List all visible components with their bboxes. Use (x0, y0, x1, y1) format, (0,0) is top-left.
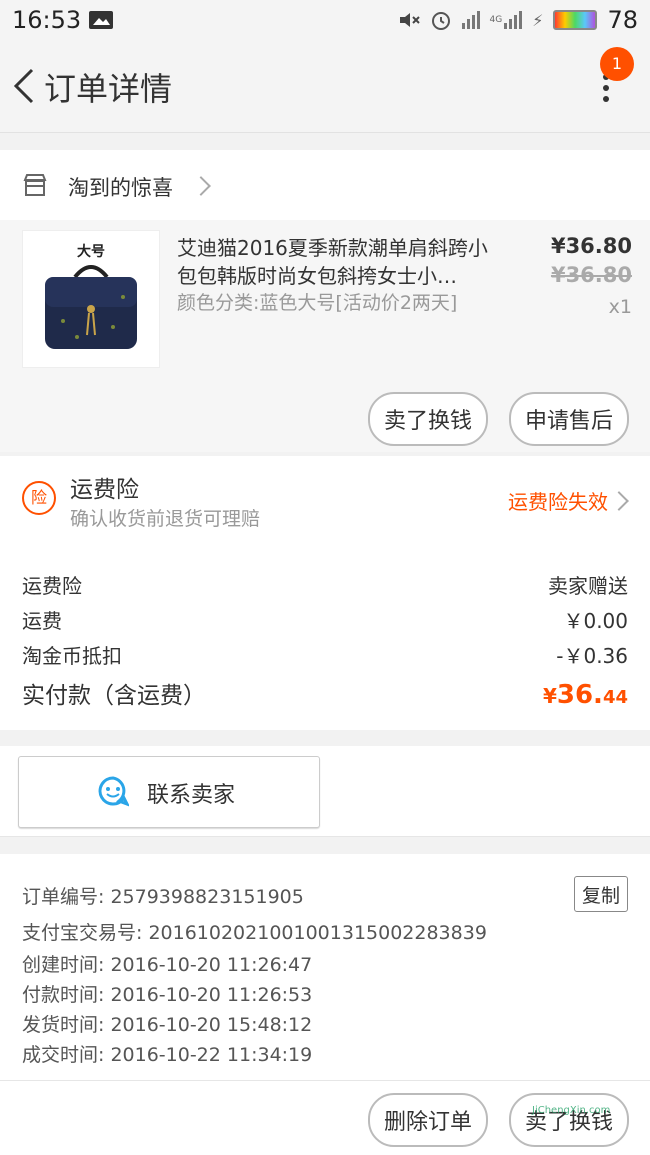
order-info: 订单编号: 2579398823151905 复制 支付宝交易号: 201610… (0, 854, 650, 1081)
created-time: 创建时间: 2016-10-20 11:26:47 (22, 954, 313, 976)
insurance-subtitle: 确认收货前退货可理赔 (70, 508, 261, 530)
contact-seller-label: 联系卖家 (147, 783, 236, 808)
product-title[interactable]: 艾迪猫2016夏季新款潮单肩斜跨小包包韩版时尚女包斜挎女士小… (177, 234, 507, 290)
chevron-right-icon (609, 491, 629, 511)
product-quantity: x1 (608, 296, 632, 318)
contact-section: 联系卖家 (0, 746, 650, 837)
watermark: JiChengXin.com (532, 1105, 611, 1116)
total-amount: ¥36.44 (543, 680, 628, 710)
fee-summary: 运费险 卖家赠送 运费 ￥0.00 淘金币抵扣 -￥0.36 实付款（含运费） … (0, 538, 650, 730)
fee-value: 卖家赠送 (548, 574, 628, 598)
battery-icon (553, 10, 598, 30)
handbag-image (45, 265, 137, 349)
fee-value: ￥0.00 (563, 609, 628, 633)
total-label: 实付款（含运费） (22, 683, 206, 709)
fee-label: 淘金币抵扣 (22, 644, 122, 668)
notification-badge: 1 (600, 47, 634, 81)
product-thumbnail[interactable]: 大号 (22, 230, 160, 368)
shop-name: 淘到的惊喜 (68, 176, 173, 200)
order-item[interactable]: 大号 艾迪猫2016夏季新款潮单肩斜跨小包包韩版时尚女包斜挎女士小… 颜色分类:… (0, 220, 650, 452)
chat-smile-icon (98, 776, 129, 807)
shipped-time: 发货时间: 2016-10-20 15:48:12 (22, 1014, 313, 1036)
insurance-status: 运费险失效 (508, 490, 608, 514)
fee-row: 运费险 卖家赠送 (22, 570, 628, 599)
total-currency: ¥ (542, 684, 557, 708)
battery-level: 78 (607, 6, 638, 34)
order-number: 订单编号: 2579398823151905 (22, 886, 304, 908)
product-original-price: ¥36.80 (550, 263, 632, 287)
nav-bar: 订单详情 (0, 40, 650, 133)
fee-row: 淘金币抵扣 -￥0.36 (22, 640, 628, 669)
bottom-action-bar: 删除订单 卖了换钱 (0, 1081, 650, 1155)
image-message-icon (89, 11, 113, 29)
after-sale-button[interactable]: 申请售后 (509, 392, 629, 446)
shop-icon (23, 174, 47, 196)
contact-seller-button[interactable]: 联系卖家 (18, 756, 320, 828)
insurance-icon: 险 (22, 481, 56, 515)
status-icons: 4G ⚡ 78 (398, 6, 638, 34)
network-label: 4G (489, 15, 503, 25)
insurance-title: 运费险 (70, 477, 139, 503)
page-title: 订单详情 (44, 70, 173, 108)
resell-button[interactable]: 卖了换钱 (509, 1093, 629, 1147)
fee-label: 运费险 (22, 574, 82, 598)
back-icon[interactable] (8, 64, 48, 108)
total-row: 实付款（含运费） ¥36.44 (22, 676, 628, 710)
signal-icon (461, 11, 480, 29)
product-price: ¥36.80 (550, 234, 632, 258)
mute-icon (399, 13, 420, 27)
alipay-trade-number: 支付宝交易号: 2016102021001001315002283839 (22, 922, 487, 944)
chevron-right-icon (191, 176, 211, 196)
resell-button[interactable]: 卖了换钱 (368, 392, 488, 446)
alarm-icon (431, 12, 450, 30)
completed-time: 成交时间: 2016-10-22 11:34:19 (22, 1044, 313, 1066)
product-sku: 颜色分类:蓝色大号[活动价2两天] (177, 292, 458, 314)
shipping-insurance-row[interactable]: 险 运费险 确认收货前退货可理赔 运费险失效 (0, 456, 650, 539)
delete-order-button[interactable]: 删除订单 (368, 1093, 488, 1147)
shop-row[interactable]: 淘到的惊喜 (0, 150, 650, 220)
status-bar: 16:53 4G ⚡ 78 (0, 0, 650, 40)
charging-icon: ⚡ (532, 10, 544, 30)
paid-time: 付款时间: 2016-10-20 11:26:53 (22, 984, 313, 1006)
fee-row: 运费 ￥0.00 (22, 605, 628, 634)
total-decimal: 44 (602, 687, 628, 708)
copy-button[interactable]: 复制 (574, 876, 628, 912)
signal-4g-icon (504, 11, 523, 29)
total-integer: 36. (556, 680, 603, 710)
status-time: 16:53 (12, 6, 82, 34)
fee-value: -￥0.36 (556, 644, 628, 668)
fee-label: 运费 (22, 609, 62, 633)
